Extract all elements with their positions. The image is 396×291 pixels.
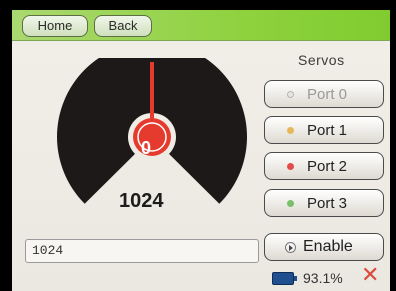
status-dot-icon [287,200,294,207]
port-label: Port 2 [307,158,348,175]
port-label: Port 0 [307,86,348,103]
port-label: Port 1 [307,122,348,139]
home-button[interactable]: Home [22,15,88,37]
close-icon[interactable]: ✕ [361,264,379,288]
battery-level: 93.1% [303,270,343,286]
status-dot-icon [287,91,294,98]
back-button[interactable]: Back [94,15,152,37]
top-bar: Home Back [12,10,390,41]
port-label: Port 3 [307,195,348,212]
port-3-button[interactable]: Port 3 [264,189,384,217]
status-dot-icon [287,163,294,170]
enable-button[interactable]: Enable [264,233,384,261]
gauge-value: 1024 [119,190,164,212]
enable-label: Enable [303,238,353,255]
servos-title: Servos [298,52,345,68]
value-input[interactable]: 1024 [25,239,259,263]
port-1-button[interactable]: Port 1 [264,116,384,144]
status-dot-icon [287,127,294,134]
port-2-button[interactable]: Port 2 [264,152,384,180]
port-0-button[interactable]: Port 0 [264,80,384,108]
gauge-knob-value: 0 [140,138,151,158]
play-icon [285,242,296,253]
screen: Home Back 0 1024 Servos Port 0 Port 1 Po… [12,10,390,291]
battery-icon [272,272,297,285]
